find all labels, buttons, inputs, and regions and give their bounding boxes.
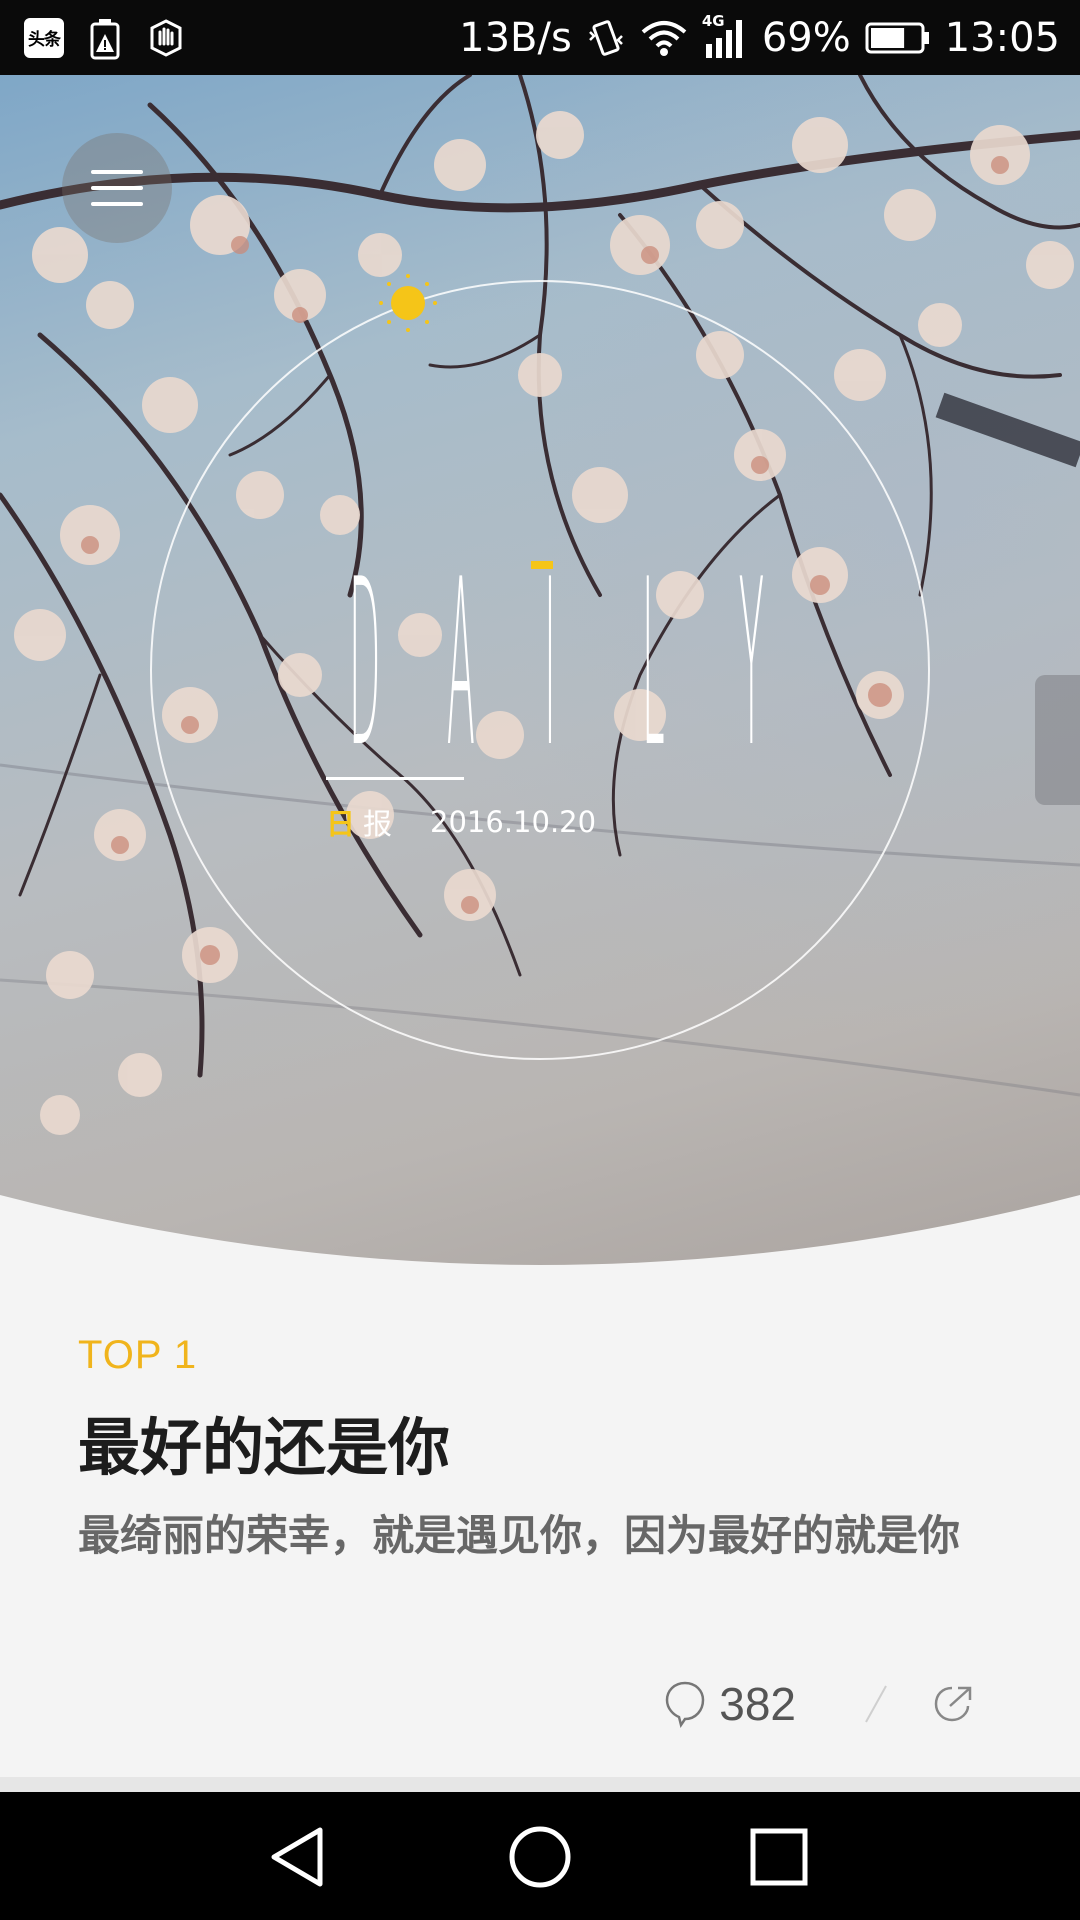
- logo-letter: L: [641, 531, 665, 798]
- share-icon[interactable]: [932, 1682, 976, 1726]
- news-app-notification-icon: 头条: [24, 17, 64, 58]
- network-speed: 13B/s: [459, 14, 572, 61]
- card-actions: 382: [663, 1667, 976, 1741]
- comment-count: 382: [719, 1678, 796, 1730]
- logo-letter: Y: [738, 531, 764, 798]
- back-icon[interactable]: [262, 1822, 332, 1892]
- recents-icon[interactable]: [744, 1822, 814, 1892]
- card-separator: [0, 1777, 1080, 1792]
- status-bar: 头条 13B/s 4G 69% 13:05: [0, 0, 1080, 75]
- menu-icon-line: [91, 186, 143, 190]
- home-icon[interactable]: [505, 1822, 575, 1892]
- battery-percent: 69%: [761, 14, 851, 61]
- wifi-icon: [641, 20, 687, 56]
- hero-banner[interactable]: D A I L Y 日 报 2016.10.20: [0, 75, 1080, 1275]
- battery-icon: [865, 22, 929, 53]
- comment-button[interactable]: 382: [663, 1677, 796, 1731]
- caption-report: 报: [363, 807, 393, 841]
- logo-letter: D: [348, 531, 381, 798]
- daily-logo: D A I L Y: [320, 531, 780, 798]
- logo-accent-dot: [531, 561, 553, 569]
- daily-caption: 日 报 2016.10.20: [326, 797, 596, 847]
- battery-warning-icon: [90, 18, 120, 59]
- vibrate-icon: [588, 19, 623, 56]
- rank-label: TOP 1: [78, 1333, 198, 1377]
- comment-icon: [665, 1681, 705, 1729]
- article-summary: 最绮丽的荣幸，就是遇见你，因为最好的就是你: [78, 1511, 961, 1560]
- clock: 13:05: [944, 14, 1060, 61]
- hand-icon: [150, 18, 182, 57]
- article-card[interactable]: TOP 1 最好的还是你 最绮丽的荣幸，就是遇见你，因为最好的就是你 382: [0, 1275, 1080, 1777]
- cell-signal: 4G: [702, 12, 748, 60]
- navigation-bar: [0, 1792, 1080, 1920]
- menu-icon-line: [91, 202, 143, 206]
- menu-icon-line: [91, 170, 143, 174]
- logo-letter: A: [446, 531, 475, 798]
- caption-day: 日: [326, 807, 356, 841]
- issue-date: 2016.10.20: [430, 805, 597, 839]
- menu-button[interactable]: [62, 133, 172, 243]
- signal-bars-icon: [705, 19, 742, 58]
- logo-letter: I: [543, 531, 557, 798]
- sun-icon: [379, 274, 437, 332]
- action-divider: [865, 1685, 887, 1723]
- article-title[interactable]: 最好的还是你: [78, 1397, 450, 1487]
- hero-bottom-curve: [0, 1195, 1080, 1275]
- logo-underline: [326, 777, 464, 780]
- system-indicators: 13B/s 4G 69% 13:05: [459, 12, 1060, 61]
- notification-icons: 头条: [24, 16, 186, 60]
